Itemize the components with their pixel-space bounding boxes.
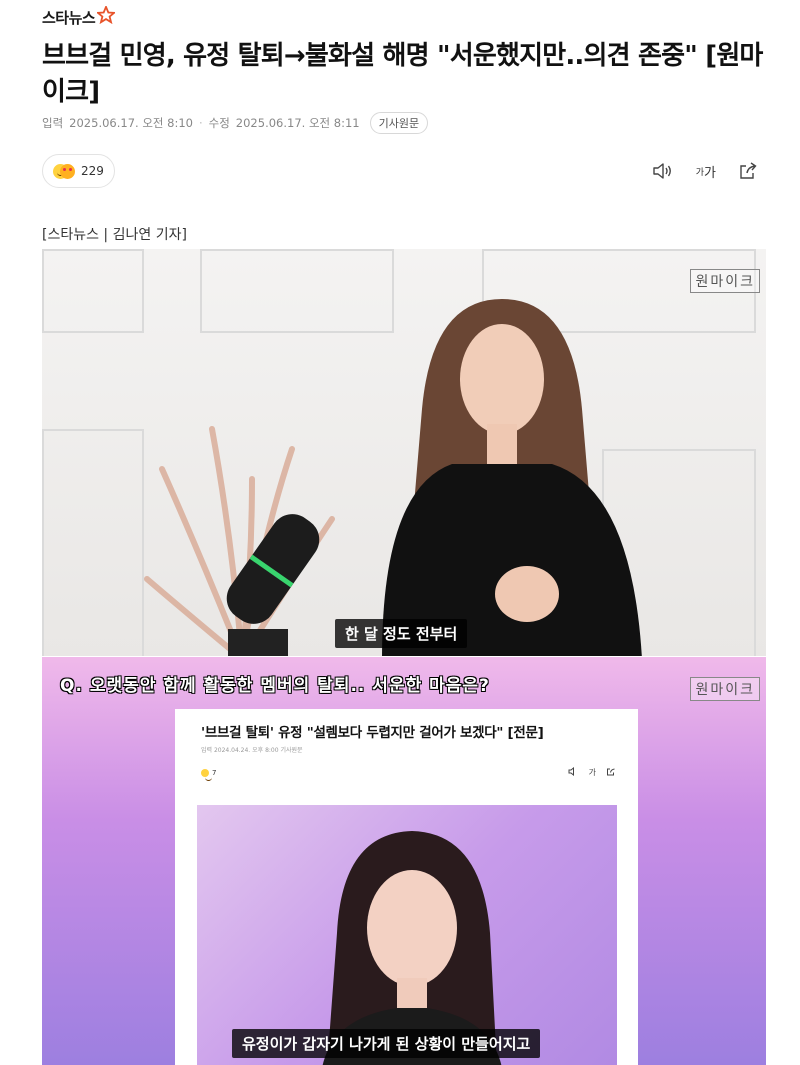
- wall-panel: [42, 249, 144, 333]
- meta-separator: ·: [198, 116, 203, 130]
- published-label: 입력: [42, 116, 64, 130]
- embedded-headline: '브브걸 탈퇴' 유정 "설렘보다 두렵지만 걸어가 보겠다" [전문]: [201, 725, 544, 741]
- heart-eyes-emoji-icon: [60, 163, 75, 179]
- reaction-count: 229: [81, 164, 104, 178]
- subtitle-caption: 한 달 정도 전부터: [335, 619, 468, 648]
- embedded-tools: 가: [568, 766, 616, 778]
- watermark: 원마이크: [690, 677, 760, 701]
- share-icon: [606, 767, 616, 778]
- article-photo-2: Q. 오랫동안 함께 활동한 멤버의 탈퇴.. 서운한 마음은? 원마이크 '브…: [42, 657, 766, 1065]
- published-time: 2025.06.17. 오전 8:10: [69, 116, 193, 130]
- embedded-meta: 입력 2024.04.24. 오후 8:00 기사원문: [201, 747, 303, 754]
- embedded-article-screenshot: '브브걸 탈퇴' 유정 "설렘보다 두렵지만 걸어가 보겠다" [전문] 입력 …: [175, 709, 638, 1065]
- article-meta: 입력 2025.06.17. 오전 8:10 · 수정 2025.06.17. …: [42, 112, 429, 134]
- article-photo-1: 원마이크 한 달 정도 전부터: [42, 249, 766, 656]
- speaker-icon: [568, 766, 579, 778]
- wall-panel: [42, 429, 144, 656]
- star-icon: [95, 4, 117, 28]
- reaction-button[interactable]: 229: [42, 154, 115, 188]
- font-size-icon: 가: [588, 768, 596, 777]
- modified-label: 수정: [208, 116, 230, 130]
- subtitle-caption: 유정이가 갑자기 나가게 된 상황이 만들어지고: [232, 1029, 541, 1058]
- question-subtitle: Q. 오랫동안 함께 활동한 멤버의 탈퇴.. 서운한 마음은?: [60, 676, 490, 696]
- original-article-button[interactable]: 기사원문: [369, 112, 429, 134]
- article-headline: 브브걸 민영, 유정 탈퇴→불화설 해명 "서운했지만..의견 존중" [원마이…: [42, 41, 763, 107]
- embedded-photo: [197, 805, 617, 1065]
- article-tools: 가가: [652, 160, 758, 182]
- logo-text: 스타뉴스: [42, 8, 96, 27]
- smile-emoji-icon: [201, 769, 212, 781]
- share-icon[interactable]: [738, 160, 758, 182]
- article-byline: [스타뉴스 | 김나연 기자]: [42, 227, 187, 243]
- embedded-reaction-count: 7: [212, 769, 217, 777]
- watermark: 원마이크: [690, 269, 760, 293]
- site-logo[interactable]: 스타뉴스: [42, 4, 117, 28]
- font-size-icon[interactable]: 가가: [696, 160, 716, 182]
- font-size-label: 가: [704, 165, 716, 181]
- speaker-icon[interactable]: [652, 160, 674, 182]
- microphone-icon: [226, 514, 320, 656]
- modified-time: 2025.06.17. 오전 8:11: [235, 116, 360, 130]
- interviewee-figure: [382, 299, 642, 656]
- embedded-reaction: 7: [201, 769, 217, 781]
